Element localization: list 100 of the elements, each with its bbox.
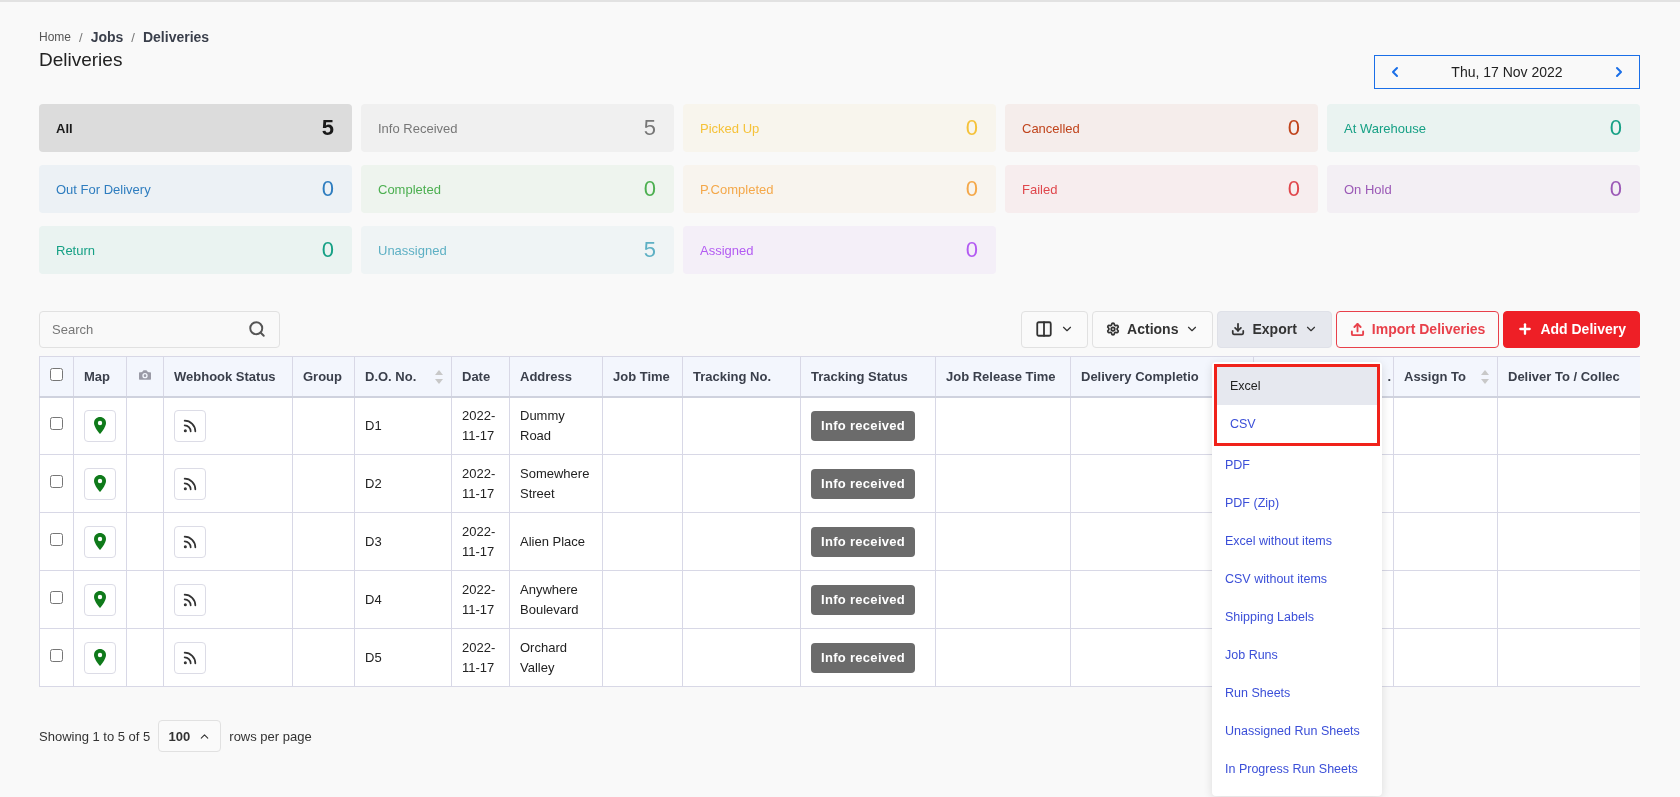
menu-item[interactable]: PDF (Zip): [1212, 484, 1382, 522]
actions-button[interactable]: Actions: [1092, 310, 1214, 348]
add-button[interactable]: Add Delivery: [1503, 310, 1640, 348]
status-count: 0: [1287, 115, 1300, 141]
webhook-button[interactable]: [174, 467, 206, 500]
date-picker[interactable]: Thu, 17 Nov 2022: [1374, 55, 1640, 89]
status-count: 0: [965, 115, 978, 141]
columns-icon: [1035, 320, 1054, 338]
status-count: 0: [965, 237, 978, 263]
webhook-button[interactable]: [174, 641, 206, 674]
status-label: Failed: [1022, 181, 1058, 197]
menu-item[interactable]: Excel: [1217, 367, 1377, 405]
breadcrumb-link[interactable]: Jobs: [90, 29, 124, 45]
status-label: At Warehouse: [1344, 120, 1426, 136]
status-label: Return: [56, 242, 96, 258]
table-cell: Dummy Road: [520, 407, 565, 443]
map-pin-icon: [94, 475, 106, 492]
search-icon: [248, 319, 266, 338]
rows-per-page-text: rows per page: [229, 728, 312, 744]
status-count: 5: [643, 237, 656, 263]
webhook-button[interactable]: [174, 409, 206, 442]
row-checkbox[interactable]: [50, 590, 63, 604]
status-label: Cancelled: [1022, 120, 1080, 136]
columns-button[interactable]: [1021, 310, 1089, 348]
page-size-select[interactable]: 100: [158, 720, 222, 752]
table-cell: D3: [365, 533, 382, 549]
table-cell: 2022-11-17: [462, 465, 496, 501]
menu-item[interactable]: In Progress Run Sheets: [1212, 750, 1382, 788]
status-label: Out For Delivery: [56, 181, 151, 197]
rss-icon: [182, 649, 198, 666]
table-cell: 2022-11-17: [462, 639, 496, 675]
column-header[interactable]: .: [1387, 368, 1391, 384]
map-button[interactable]: [84, 641, 116, 674]
breadcrumb-link[interactable]: Deliveries: [142, 29, 210, 45]
menu-item[interactable]: CSV without items: [1212, 560, 1382, 598]
map-pin-icon: [94, 649, 106, 666]
status-card[interactable]: On Hold 0: [1327, 165, 1640, 213]
search-field[interactable]: Search: [39, 310, 280, 348]
menu-item[interactable]: Unassigned Run Sheets: [1212, 712, 1382, 750]
webhook-button[interactable]: [174, 583, 206, 616]
status-count: 5: [321, 115, 334, 141]
map-button[interactable]: [84, 525, 116, 558]
map-button[interactable]: [84, 467, 116, 500]
status-badge: Info received: [811, 584, 916, 615]
status-badge: Info received: [811, 642, 916, 673]
status-count: 0: [643, 176, 656, 202]
rss-icon: [182, 475, 198, 492]
import-button[interactable]: Import Deliveries: [1335, 310, 1500, 348]
row-checkbox[interactable]: [50, 532, 63, 546]
table-cell: Alien Place: [520, 533, 586, 549]
select-all-checkbox[interactable]: [50, 368, 63, 382]
table-cell: 2022-11-17: [462, 523, 496, 559]
row-checkbox[interactable]: [50, 474, 63, 488]
breadcrumb-separator: /: [79, 29, 83, 45]
map-pin-icon: [94, 591, 106, 608]
menu-item[interactable]: Excel without items: [1212, 522, 1382, 560]
row-checkbox[interactable]: [50, 648, 63, 662]
map-button[interactable]: [84, 409, 116, 442]
menu-item[interactable]: Run Sheets: [1212, 674, 1382, 712]
status-card[interactable]: Failed 0: [1005, 165, 1318, 213]
table-cell: 2022-11-17: [462, 407, 496, 443]
status-count: 0: [321, 237, 334, 263]
column-header[interactable]: Map: [84, 368, 110, 384]
status-label: All: [56, 120, 73, 136]
breadcrumb-separator: /: [131, 29, 135, 45]
status-label: Picked Up: [700, 120, 760, 136]
status-count: 5: [643, 115, 656, 141]
status-badge: Info received: [811, 526, 916, 557]
download-icon: [1231, 322, 1246, 336]
menu-item[interactable]: Shipping Labels: [1212, 598, 1382, 636]
status-label: On Hold: [1344, 181, 1392, 197]
table-cell: D4: [365, 591, 382, 607]
status-label: Info Received: [378, 120, 458, 136]
status-label: Assigned: [700, 242, 754, 258]
status-card[interactable]: Cancelled 0: [1005, 104, 1318, 152]
showing-text: Showing 1 to 5 of 5: [39, 728, 151, 744]
table-cell: 2022-11-17: [462, 581, 496, 617]
map-pin-icon: [94, 533, 106, 550]
column-header[interactable]: Date: [462, 368, 491, 384]
status-card[interactable]: Info Received 5: [361, 104, 674, 152]
row-checkbox[interactable]: [50, 416, 63, 430]
status-label: P.Completed: [700, 181, 774, 197]
table-cell: Somewhere Street: [520, 465, 590, 501]
breadcrumb-link[interactable]: Home: [39, 30, 71, 44]
status-label: Completed: [378, 181, 441, 197]
gear-icon: [1106, 322, 1121, 336]
menu-item[interactable]: PDF: [1212, 446, 1382, 484]
upload-icon: [1349, 321, 1365, 337]
table-cell: D1: [365, 417, 382, 433]
status-card[interactable]: All 5: [39, 104, 352, 152]
status-count: 0: [1609, 115, 1622, 141]
table-cell: D2: [365, 475, 382, 491]
map-button[interactable]: [84, 583, 116, 616]
page-title: Deliveries: [39, 49, 123, 71]
status-card[interactable]: Out For Delivery 0: [39, 165, 352, 213]
menu-item[interactable]: Job Runs: [1212, 636, 1382, 674]
status-count: 0: [965, 176, 978, 202]
webhook-button[interactable]: [174, 525, 206, 558]
status-count: 0: [1609, 176, 1622, 202]
export-button[interactable]: Export: [1217, 310, 1332, 348]
